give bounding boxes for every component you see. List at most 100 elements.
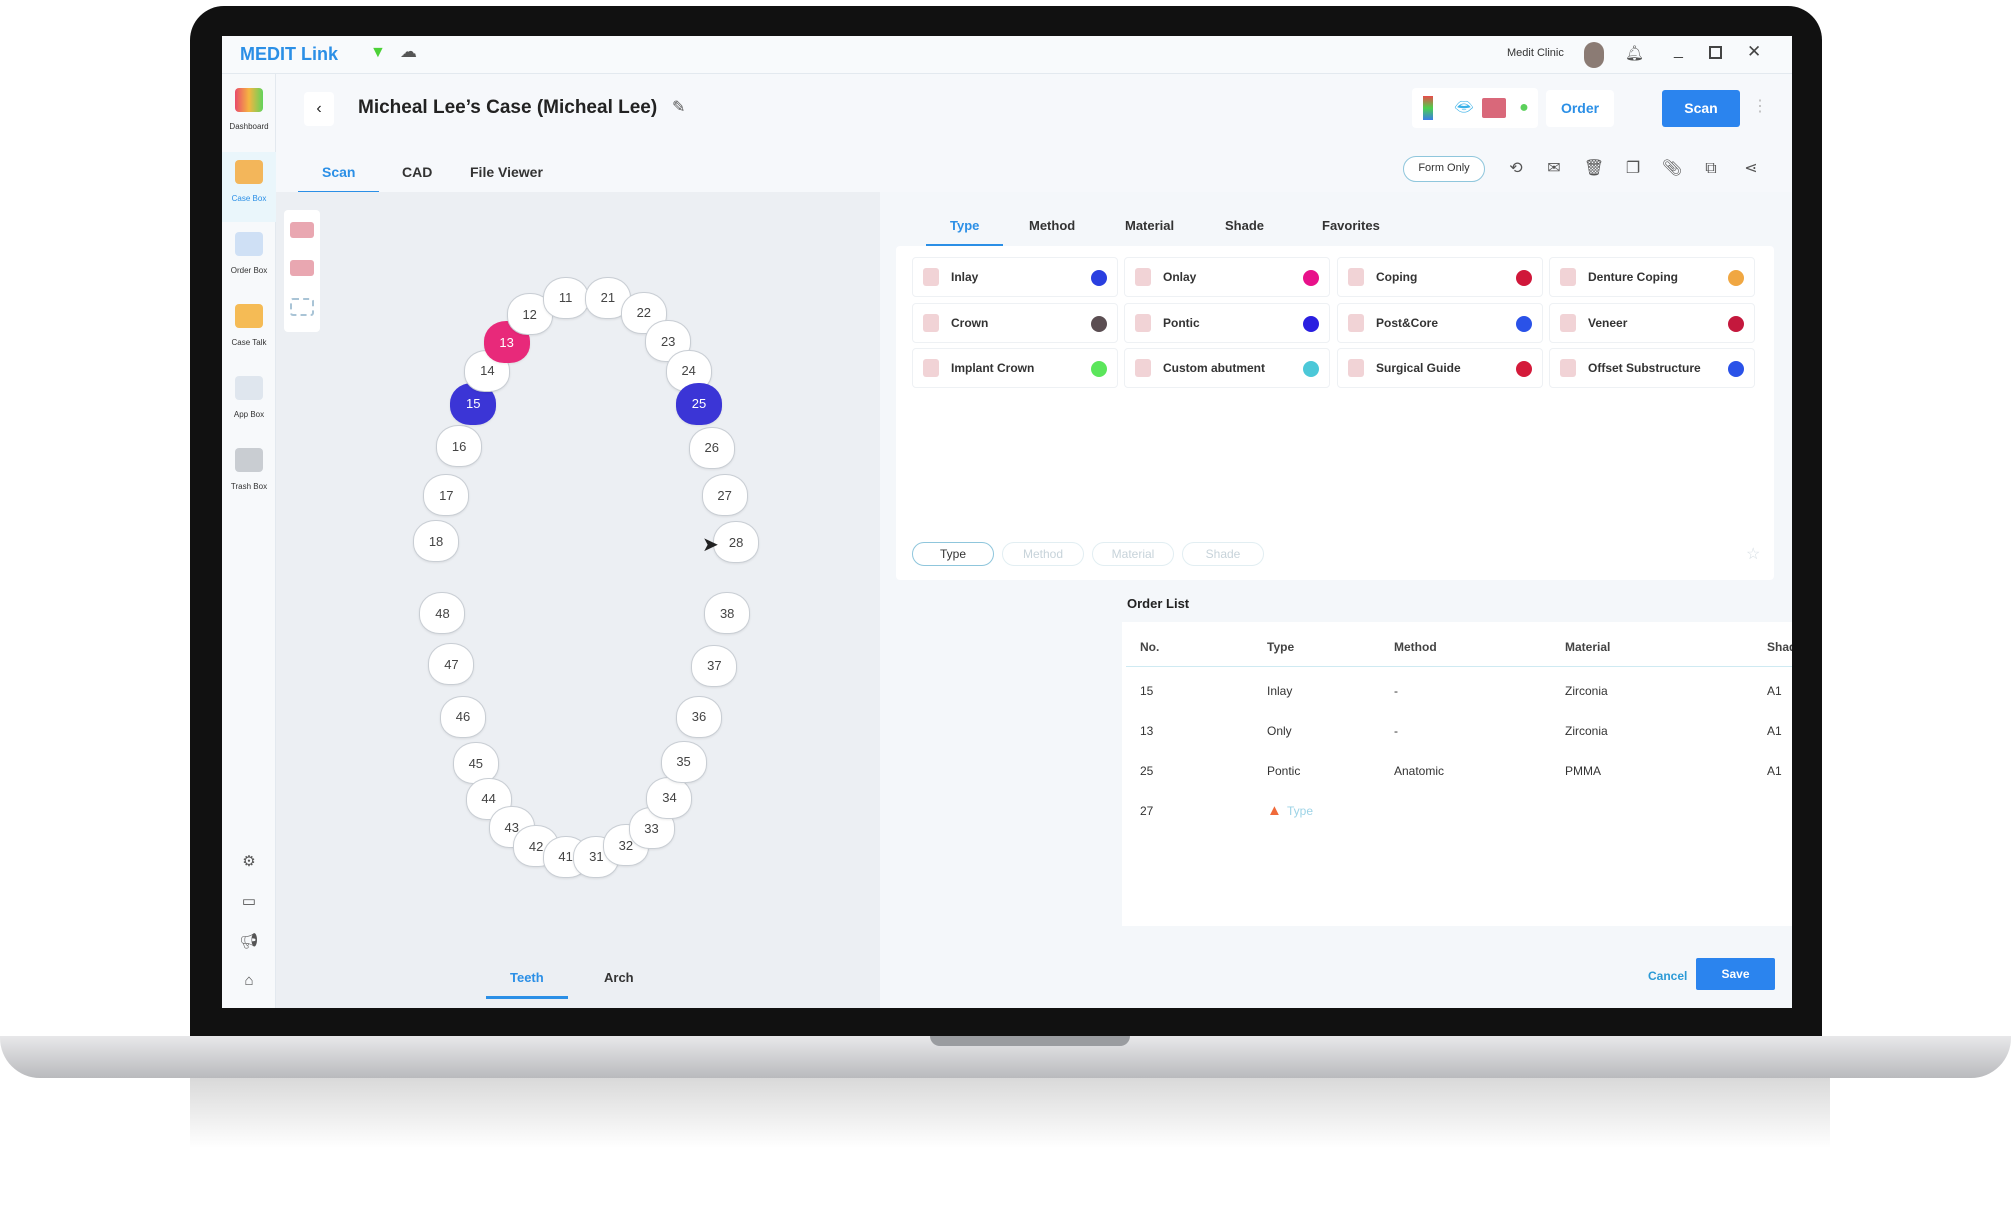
- tab-material[interactable]: Material: [1125, 218, 1174, 233]
- case-talk-icon: [235, 304, 263, 328]
- scanner-icon[interactable]: [1423, 96, 1433, 120]
- tab-favorites[interactable]: Favorites: [1322, 218, 1380, 233]
- type-card[interactable]: Inlay: [912, 257, 1118, 297]
- save-button[interactable]: Save: [1696, 958, 1775, 990]
- tooth-16[interactable]: 16: [436, 425, 483, 468]
- sidebar-item-trash-box[interactable]: Trash Box: [222, 440, 276, 510]
- type-card[interactable]: Denture Coping: [1549, 257, 1755, 297]
- type-label: Veneer: [1588, 316, 1628, 330]
- warning-icon: ▲: [1267, 802, 1282, 819]
- close-icon[interactable]: ✕: [1747, 42, 1761, 62]
- arch-image-icon[interactable]: [1482, 98, 1506, 118]
- edit-pencil-icon[interactable]: ✎: [672, 97, 685, 117]
- tooth-47[interactable]: 47: [428, 643, 475, 686]
- tab-arch[interactable]: Arch: [604, 970, 634, 985]
- type-color-dot: [1091, 361, 1107, 377]
- trash-icon[interactable]: 🗑︎: [1582, 157, 1606, 181]
- tooth-38[interactable]: 38: [704, 592, 751, 635]
- gear-icon[interactable]: ⚙: [239, 852, 259, 872]
- paperclip-icon[interactable]: 📎︎: [1660, 157, 1684, 181]
- tooth-27[interactable]: 27: [701, 474, 748, 517]
- type-color-dot: [1303, 361, 1319, 377]
- megaphone-icon[interactable]: 📢︎: [239, 932, 259, 952]
- copy-icon[interactable]: ❐: [1621, 157, 1645, 181]
- tooth-46[interactable]: 46: [439, 695, 486, 738]
- tab-cad[interactable]: CAD: [402, 164, 432, 180]
- type-color-dot: [1728, 361, 1744, 377]
- type-color-dot: [1091, 316, 1107, 332]
- mail-icon[interactable]: ✉: [1542, 157, 1566, 181]
- type-card[interactable]: Coping: [1337, 257, 1543, 297]
- cell-shade: A1: [1767, 764, 1782, 778]
- filter-pill-type[interactable]: Type: [912, 542, 994, 566]
- tooth-34[interactable]: 34: [646, 776, 693, 819]
- type-label: Denture Coping: [1588, 270, 1678, 284]
- maximize-icon[interactable]: [1709, 46, 1722, 59]
- sidebar-item-case-box[interactable]: Case Box: [222, 152, 276, 222]
- star-icon[interactable]: ☆: [1746, 544, 1760, 564]
- title-bar: MEDIT Link ▼ ☁ Medit Clinic 🔔︎ _ ✕: [222, 36, 1792, 74]
- tab-teeth[interactable]: Teeth: [486, 970, 568, 999]
- sidebar-item-case-talk[interactable]: Case Talk: [222, 296, 276, 366]
- tooth-28[interactable]: 28: [713, 521, 760, 564]
- bell-icon[interactable]: 🔔︎: [1625, 44, 1644, 62]
- tooth-36[interactable]: 36: [675, 695, 722, 738]
- share-icon[interactable]: ⋖: [1739, 157, 1763, 181]
- face-scan-icon[interactable]: ●: [1512, 96, 1536, 120]
- tab-file-viewer[interactable]: File Viewer: [470, 164, 543, 180]
- type-card[interactable]: Post&Core: [1337, 303, 1543, 343]
- filter-pill-method[interactable]: Method: [1002, 542, 1084, 566]
- mouth-icon[interactable]: 👄︎: [1452, 96, 1476, 120]
- home-icon[interactable]: ⌂: [239, 972, 259, 992]
- order-button[interactable]: Order: [1546, 90, 1614, 127]
- tooth-17[interactable]: 17: [423, 474, 470, 517]
- laptop-notch: [930, 1036, 1130, 1046]
- history-icon[interactable]: ⟲: [1504, 157, 1528, 181]
- folder-card-icon[interactable]: ▭: [239, 892, 259, 912]
- scan-button[interactable]: Scan: [1662, 90, 1740, 127]
- tooth-37[interactable]: 37: [691, 644, 738, 687]
- sidebar-item-dashboard[interactable]: Dashboard: [222, 80, 276, 150]
- cancel-button[interactable]: Cancel: [1648, 969, 1687, 983]
- cell-no: 25: [1140, 764, 1154, 778]
- tooth-48[interactable]: 48: [419, 592, 466, 635]
- type-label: Surgical Guide: [1376, 361, 1461, 375]
- tooth-25[interactable]: 25: [675, 382, 722, 425]
- type-card[interactable]: Onlay: [1124, 257, 1330, 297]
- type-card[interactable]: Surgical Guide: [1337, 348, 1543, 388]
- export-icon[interactable]: ⧉: [1699, 157, 1723, 181]
- back-button[interactable]: ‹: [304, 92, 334, 126]
- type-card[interactable]: Crown: [912, 303, 1118, 343]
- minimize-icon[interactable]: _: [1674, 42, 1683, 60]
- tooth-18[interactable]: 18: [413, 520, 460, 563]
- type-card[interactable]: Custom abutment: [1124, 348, 1330, 388]
- more-options-icon[interactable]: ⋮: [1752, 96, 1768, 116]
- cell-material: Zirconia: [1565, 684, 1608, 698]
- type-card[interactable]: Pontic: [1124, 303, 1330, 343]
- tooth-35[interactable]: 35: [660, 740, 707, 783]
- filter-pill-shade[interactable]: Shade: [1182, 542, 1264, 566]
- avatar[interactable]: [1584, 42, 1604, 68]
- tab-shade[interactable]: Shade: [1225, 218, 1264, 233]
- sidebar-item-order-box[interactable]: Order Box: [222, 224, 276, 294]
- form-only-button[interactable]: Form Only: [1403, 156, 1485, 182]
- tooth-11[interactable]: 11: [542, 276, 589, 319]
- type-color-dot: [1516, 270, 1532, 286]
- sidebar-item-app-box[interactable]: App Box: [222, 368, 276, 438]
- cloud-icon[interactable]: ☁: [400, 42, 417, 62]
- cell-material: Zirconia: [1565, 724, 1608, 738]
- order-table: No. Type Method Material Shade 15 Inlay - Z…: [1122, 622, 1792, 926]
- type-color-dot: [1728, 270, 1744, 286]
- type-card[interactable]: Offset Substructure: [1549, 348, 1755, 388]
- filter-pill-material[interactable]: Material: [1092, 542, 1174, 566]
- tab-type[interactable]: Type: [925, 218, 1005, 247]
- tooth-chart-panel: 18 17 16 15 14 13 12 11 21 22 23 24 25 26 27 28 48 47 46 45…: [276, 192, 880, 1008]
- tooth-26[interactable]: 26: [688, 426, 735, 469]
- tab-method[interactable]: Method: [1029, 218, 1075, 233]
- type-card[interactable]: Implant Crown: [912, 348, 1118, 388]
- tab-scan[interactable]: Scan: [297, 164, 381, 194]
- type-card[interactable]: Veneer: [1549, 303, 1755, 343]
- cell-type[interactable]: Type: [1287, 804, 1313, 818]
- cell-method: -: [1394, 724, 1398, 738]
- type-color-dot: [1091, 270, 1107, 286]
